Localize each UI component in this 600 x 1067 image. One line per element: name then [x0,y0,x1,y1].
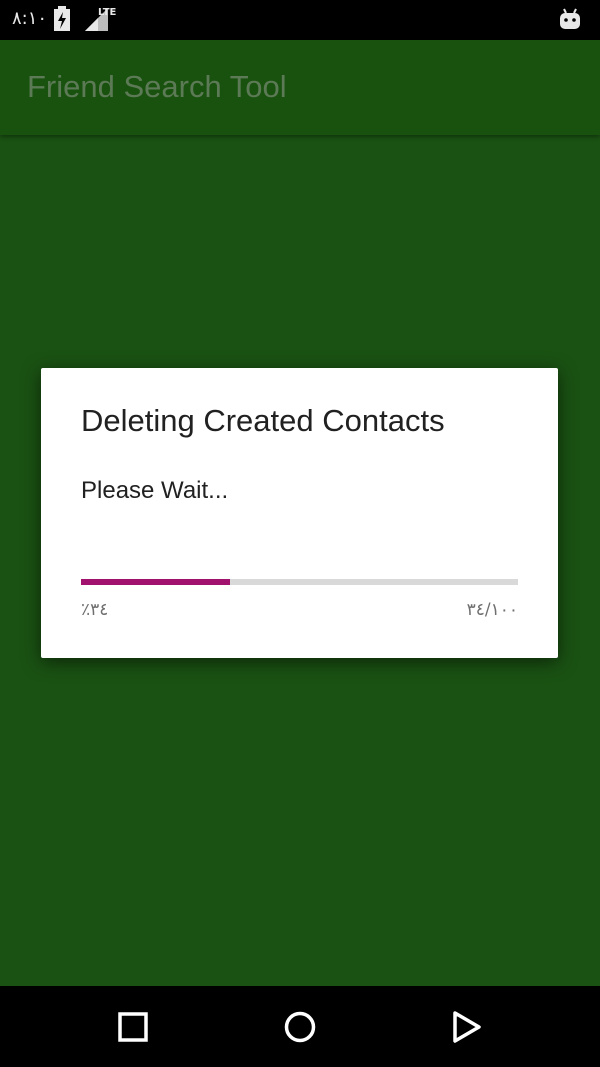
progress-count: ٣٤/١٠٠ [466,600,518,620]
progress-bar-fill [81,579,230,585]
app-title: Friend Search Tool [27,69,287,104]
lte-signal-icon: LTE [84,6,117,37]
progress-dialog: Deleting Created Contacts Please Wait...… [41,368,558,658]
status-time: ٨:١٠ [12,8,48,29]
android-icon [558,6,582,37]
dialog-message: Please Wait... [81,477,229,504]
app-bar: Friend Search Tool [0,40,600,135]
status-bar: ٨:١٠ LTE [0,0,600,40]
dialog-title: Deleting Created Contacts [81,403,445,438]
flash-icon [52,6,72,37]
home-icon[interactable] [283,1010,317,1044]
recents-icon[interactable] [116,1010,150,1044]
lte-label: LTE [98,7,116,18]
progress-bar [81,579,518,585]
progress-percent: ٪٣٤ [81,600,109,620]
back-icon[interactable] [449,1010,483,1044]
navigation-bar [0,986,600,1067]
